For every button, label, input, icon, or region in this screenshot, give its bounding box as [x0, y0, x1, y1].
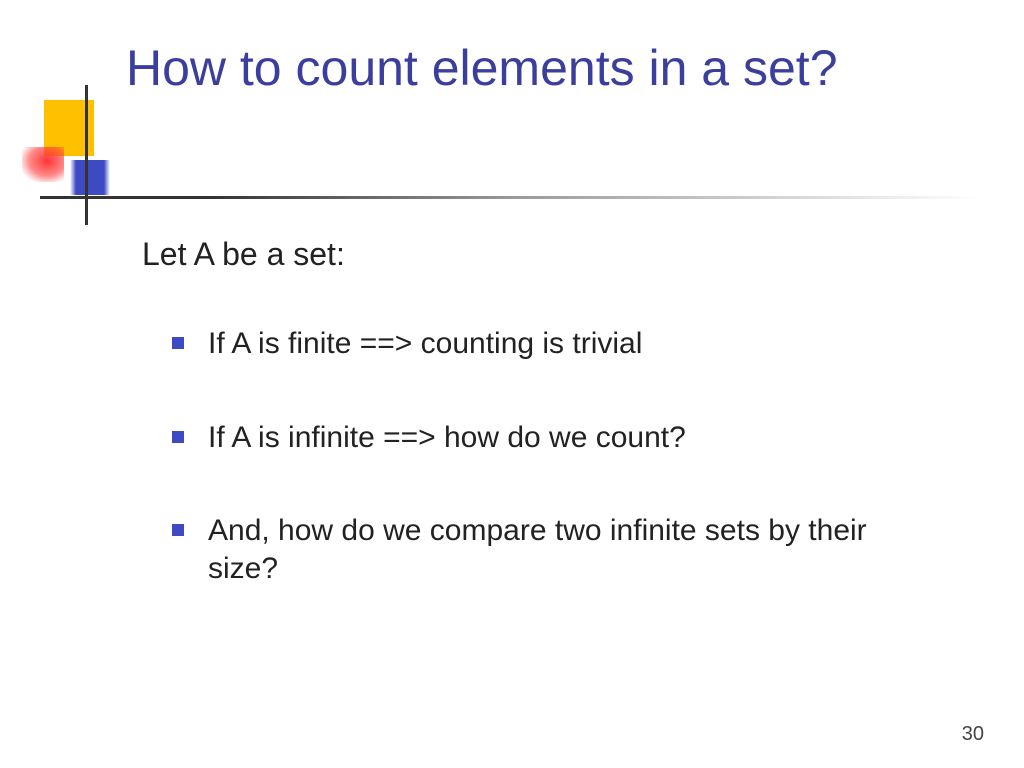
decor-vertical-line [85, 85, 88, 225]
slide-decoration [22, 100, 102, 210]
red-square [22, 147, 64, 182]
decor-horizontal-line [40, 196, 980, 199]
bullet-list: If A is finite ==> counting is trivial I… [142, 325, 942, 587]
page-number: 30 [962, 723, 984, 746]
list-item: And, how do we compare two infinite sets… [172, 512, 942, 587]
blue-square [70, 160, 110, 195]
list-item: If A is finite ==> counting is trivial [172, 325, 942, 363]
slide-body: Let A be a set: If A is finite ==> count… [142, 236, 942, 643]
list-item: If A is infinite ==> how do we count? [172, 419, 942, 457]
slide-title: How to count elements in a set? [126, 38, 926, 98]
lead-text: Let A be a set: [142, 236, 942, 273]
